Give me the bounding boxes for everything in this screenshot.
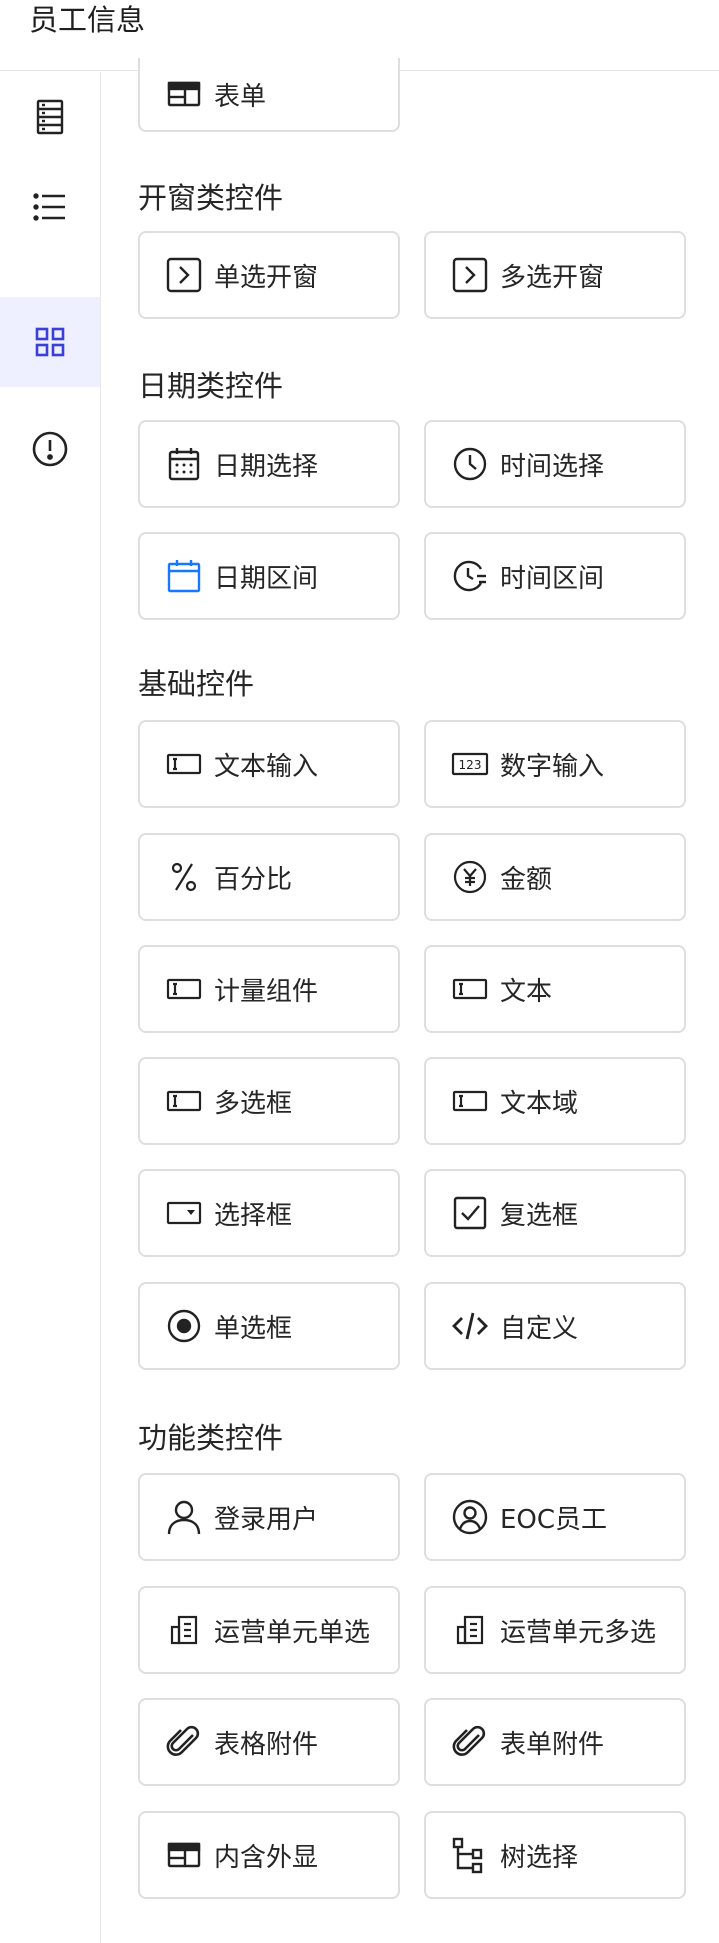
percent-icon <box>164 857 204 897</box>
component-panel: 表单 开窗类控件 单选开窗 多选开窗 日期类控件 日期选择 时间选择 日期区间 … <box>101 58 719 1943</box>
component-card-unit-single[interactable]: 运营单元单选 <box>138 1586 400 1674</box>
component-label: 运营单元多选 <box>500 1617 657 1648</box>
component-label: 复选框 <box>500 1200 579 1231</box>
component-card-select[interactable]: 选择框 <box>138 1169 400 1257</box>
component-card-embedded-display[interactable]: 内含外显 <box>138 1811 400 1899</box>
user-circle-icon <box>450 1497 490 1537</box>
checkbox-icon <box>450 1193 490 1233</box>
user-icon <box>164 1497 204 1537</box>
component-label: 计量组件 <box>214 976 319 1007</box>
data-table-icon <box>36 99 64 135</box>
component-label: 内含外显 <box>214 1842 319 1873</box>
code-icon <box>450 1306 490 1346</box>
calendar-icon <box>164 444 204 484</box>
sidebar-item-list[interactable] <box>0 162 100 252</box>
component-card-table-attachment[interactable]: 表格附件 <box>138 1698 400 1786</box>
component-label: 表单附件 <box>500 1729 605 1760</box>
text-input-icon <box>164 1081 204 1121</box>
component-card-form[interactable]: 表单 <box>138 58 400 132</box>
text-input-icon <box>164 969 204 1009</box>
select-icon <box>164 1193 204 1233</box>
svg-text:123: 123 <box>459 758 482 772</box>
list-icon <box>33 193 65 221</box>
component-card-amount[interactable]: 金额 <box>424 833 686 921</box>
yen-icon <box>450 857 490 897</box>
sidebar <box>0 72 101 1943</box>
component-card-checkbox[interactable]: 复选框 <box>424 1169 686 1257</box>
component-label: EOC员工 <box>500 1504 608 1535</box>
radio-icon <box>164 1306 204 1346</box>
component-card-unit-multi[interactable]: 运营单元多选 <box>424 1586 686 1674</box>
component-label: 单选开窗 <box>214 262 319 293</box>
component-label: 多选框 <box>214 1088 293 1119</box>
component-label: 表单 <box>214 81 267 112</box>
component-label: 百分比 <box>214 864 293 895</box>
component-label: 多选开窗 <box>500 262 605 293</box>
paperclip-icon <box>164 1722 204 1762</box>
component-card-eoc-employee[interactable]: EOC员工 <box>424 1473 686 1561</box>
component-card-multi-select[interactable]: 多选框 <box>138 1057 400 1145</box>
clock-icon <box>450 444 490 484</box>
component-label: 时间选择 <box>500 451 605 482</box>
component-label: 金额 <box>500 864 553 895</box>
component-card-radio[interactable]: 单选框 <box>138 1282 400 1370</box>
sidebar-item-components[interactable] <box>0 297 100 387</box>
section-title-date: 日期类控件 <box>138 369 284 403</box>
component-card-date-range[interactable]: 日期区间 <box>138 532 400 620</box>
component-card-percent[interactable]: 百分比 <box>138 833 400 921</box>
popup-icon <box>164 255 204 295</box>
text-input-icon <box>450 969 490 1009</box>
component-label: 单选框 <box>214 1313 293 1344</box>
form-icon <box>164 74 204 114</box>
component-card-text-input[interactable]: 文本输入 <box>138 720 400 808</box>
component-card-multi-popup[interactable]: 多选开窗 <box>424 231 686 319</box>
component-card-time-picker[interactable]: 时间选择 <box>424 420 686 508</box>
component-label: 时间区间 <box>500 563 605 594</box>
section-title-basic: 基础控件 <box>138 667 255 701</box>
sidebar-item-alerts[interactable] <box>0 404 100 494</box>
component-label: 文本域 <box>500 1088 579 1119</box>
popup-icon <box>450 255 490 295</box>
text-input-icon <box>450 1081 490 1121</box>
component-label: 数字输入 <box>500 751 605 782</box>
component-label: 树选择 <box>500 1842 579 1873</box>
component-card-measure[interactable]: 计量组件 <box>138 945 400 1033</box>
component-card-time-range[interactable]: 时间区间 <box>424 532 686 620</box>
component-label: 文本输入 <box>214 751 319 782</box>
section-title-function: 功能类控件 <box>138 1421 284 1455</box>
component-card-textarea[interactable]: 文本域 <box>424 1057 686 1145</box>
building-icon <box>450 1610 490 1650</box>
calendar-range-icon <box>164 556 204 596</box>
component-card-single-popup[interactable]: 单选开窗 <box>138 231 400 319</box>
sidebar-item-data[interactable] <box>0 72 100 162</box>
text-input-icon <box>164 744 204 784</box>
time-range-icon <box>450 556 490 596</box>
alert-icon <box>32 431 68 467</box>
form-icon <box>164 1835 204 1875</box>
component-label: 日期区间 <box>214 563 319 594</box>
component-card-custom[interactable]: 自定义 <box>424 1282 686 1370</box>
building-icon <box>164 1610 204 1650</box>
paperclip-icon <box>450 1722 490 1762</box>
component-label: 文本 <box>500 976 553 1007</box>
component-card-date-picker[interactable]: 日期选择 <box>138 420 400 508</box>
component-label: 登录用户 <box>214 1504 319 1535</box>
component-label: 运营单元单选 <box>214 1617 371 1648</box>
component-label: 选择框 <box>214 1200 293 1231</box>
component-card-text[interactable]: 文本 <box>424 945 686 1033</box>
component-label: 日期选择 <box>214 451 319 482</box>
component-label: 自定义 <box>500 1313 579 1344</box>
component-card-form-attachment[interactable]: 表单附件 <box>424 1698 686 1786</box>
section-title-popup: 开窗类控件 <box>138 181 284 215</box>
component-label: 表格附件 <box>214 1729 319 1760</box>
grid-icon <box>35 327 65 357</box>
component-card-tree-select[interactable]: 树选择 <box>424 1811 686 1899</box>
page-title: 员工信息 <box>29 3 146 37</box>
number-input-icon: 123 <box>450 744 490 784</box>
component-card-login-user[interactable]: 登录用户 <box>138 1473 400 1561</box>
component-card-number-input[interactable]: 123 数字输入 <box>424 720 686 808</box>
tree-icon <box>450 1835 490 1875</box>
